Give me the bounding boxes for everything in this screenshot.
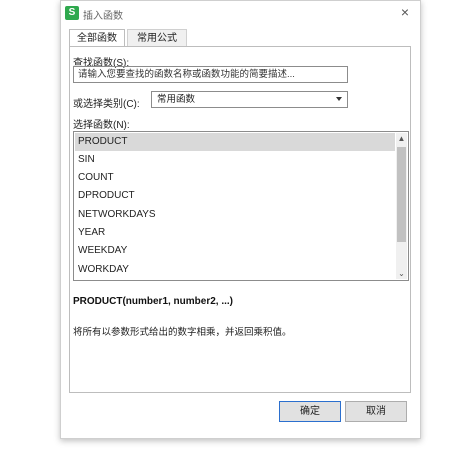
close-icon[interactable]: × [396,3,414,21]
list-item[interactable]: PRODUCT [75,133,395,151]
ok-button[interactable]: 确定 [279,401,341,422]
cancel-button[interactable]: 取消 [345,401,407,422]
list-item[interactable]: YEAR [75,224,395,242]
category-select[interactable]: 常用函数 [151,91,348,108]
scrollbar-thumb[interactable] [397,147,406,242]
list-item[interactable]: WEEKDAY [75,242,395,260]
function-description: 将所有以参数形式给出的数字相乘，并返回乘积值。 [73,327,292,338]
tab-common-formulas[interactable]: 常用公式 [127,29,187,46]
list-scrollbar[interactable]: ▲ ⌄ [396,133,407,279]
category-label: 或选择类别(C): [73,99,140,110]
search-input[interactable]: 请输入您要查找的函数名称或函数功能的简要描述... [73,66,348,83]
dialog-title: 插入函数 [83,11,123,22]
title-bar: S 插入函数 × [61,1,420,25]
function-list[interactable]: PRODUCT SIN COUNT DPRODUCT NETWORKDAYS Y… [73,131,409,281]
function-list-label: 选择函数(N): [73,120,130,131]
app-logo-icon: S [65,6,79,20]
tab-all-functions[interactable]: 全部函数 [69,29,125,47]
function-signature: PRODUCT(number1, number2, ...) [73,296,234,307]
chevron-down-icon [336,97,342,101]
scroll-down-icon[interactable]: ⌄ [396,268,407,279]
category-selected-value: 常用函数 [157,94,196,105]
scroll-up-icon[interactable]: ▲ [396,133,407,144]
list-item[interactable]: SIN [75,151,395,169]
list-item[interactable]: WORKDAY [75,261,395,279]
list-item[interactable]: COUNT [75,169,395,187]
list-item[interactable]: DPRODUCT [75,187,395,205]
list-item[interactable]: NETWORKDAYS [75,206,395,224]
